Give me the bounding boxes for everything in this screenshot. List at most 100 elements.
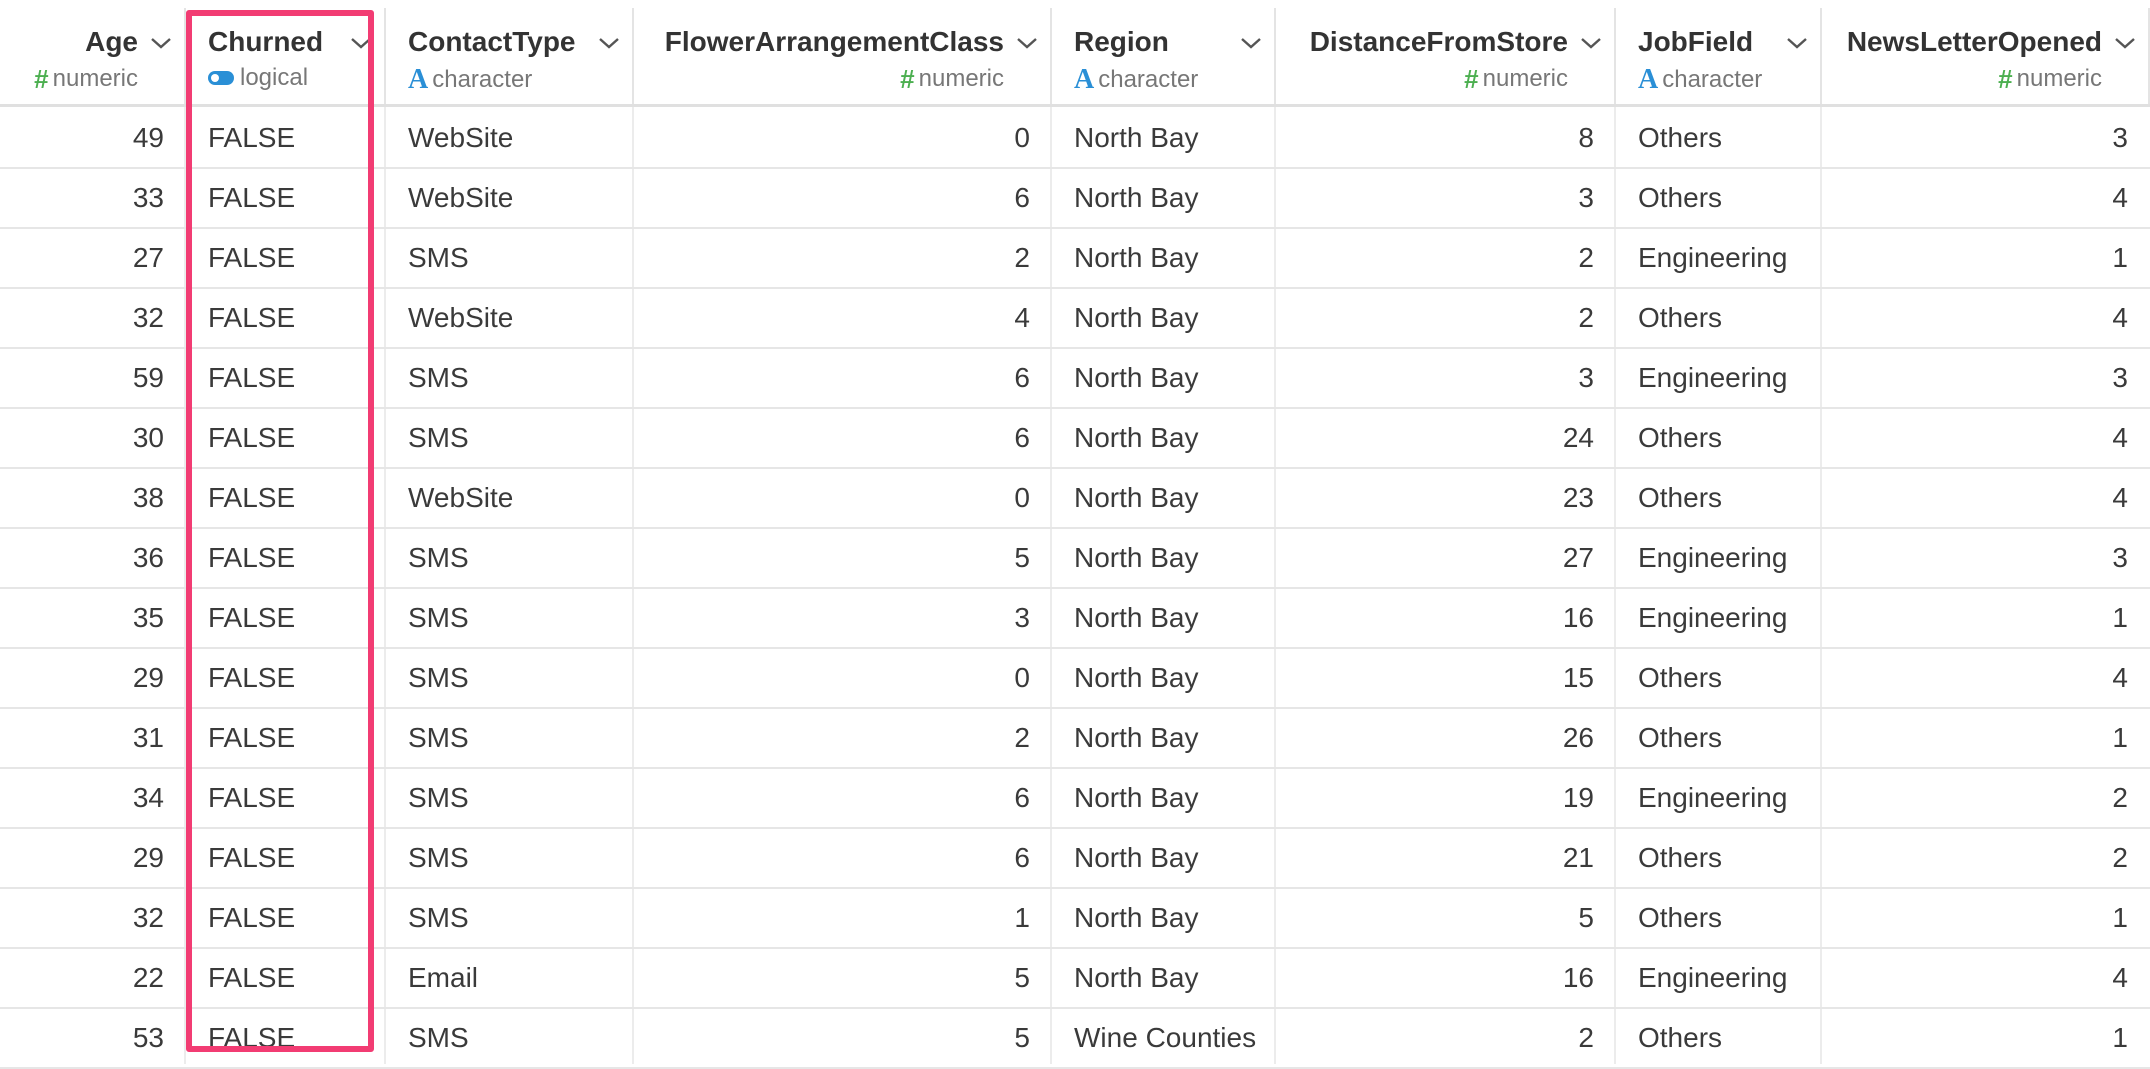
cell-churned[interactable]: FALSE — [186, 1008, 386, 1068]
cell-flowerarrangementclass[interactable]: 3 — [634, 588, 1052, 648]
cell-jobfield[interactable]: Engineering — [1616, 348, 1822, 408]
cell-churned[interactable]: FALSE — [186, 528, 386, 588]
cell-region[interactable]: North Bay — [1052, 588, 1276, 648]
cell-jobfield[interactable]: Engineering — [1616, 948, 1822, 1008]
cell-jobfield[interactable]: Engineering — [1616, 768, 1822, 828]
column-header-flowerarrangementclass[interactable]: FlowerArrangementClass # numeric — [634, 8, 1052, 106]
cell-contacttype[interactable]: SMS — [386, 348, 634, 408]
cell-contacttype[interactable]: Email — [386, 948, 634, 1008]
cell-distancefromstore[interactable]: 16 — [1276, 588, 1616, 648]
cell-jobfield[interactable]: Others — [1616, 888, 1822, 948]
cell-flowerarrangementclass[interactable]: 1 — [634, 888, 1052, 948]
table-row[interactable]: 36 FALSE SMS 5 North Bay 27 Engineering 3 — [0, 528, 2150, 588]
cell-region[interactable]: North Bay — [1052, 228, 1276, 288]
cell-jobfield[interactable]: Others — [1616, 1008, 1822, 1068]
cell-region[interactable]: North Bay — [1052, 468, 1276, 528]
cell-region[interactable]: Wine Counties — [1052, 1008, 1276, 1068]
cell-jobfield[interactable]: Engineering — [1616, 528, 1822, 588]
cell-age[interactable]: 59 — [0, 348, 186, 408]
cell-region[interactable]: North Bay — [1052, 948, 1276, 1008]
cell-contacttype[interactable]: SMS — [386, 708, 634, 768]
cell-region[interactable]: North Bay — [1052, 408, 1276, 468]
cell-region[interactable]: North Bay — [1052, 348, 1276, 408]
cell-contacttype[interactable]: SMS — [386, 768, 634, 828]
cell-newsletteropened[interactable]: 1 — [1822, 888, 2150, 948]
cell-flowerarrangementclass[interactable]: 6 — [634, 348, 1052, 408]
cell-jobfield[interactable]: Engineering — [1616, 588, 1822, 648]
cell-distancefromstore[interactable]: 24 — [1276, 408, 1616, 468]
cell-contacttype[interactable]: SMS — [386, 228, 634, 288]
cell-newsletteropened[interactable]: 1 — [1822, 708, 2150, 768]
cell-jobfield[interactable]: Others — [1616, 168, 1822, 228]
column-header-newsletteropened[interactable]: NewsLetterOpened # numeric — [1822, 8, 2150, 106]
cell-age[interactable]: 49 — [0, 108, 186, 168]
cell-flowerarrangementclass[interactable]: 0 — [634, 648, 1052, 708]
cell-newsletteropened[interactable]: 4 — [1822, 948, 2150, 1008]
table-row[interactable]: 38 FALSE WebSite 0 North Bay 23 Others 4 — [0, 468, 2150, 528]
cell-region[interactable]: North Bay — [1052, 828, 1276, 888]
cell-contacttype[interactable]: WebSite — [386, 468, 634, 528]
cell-distancefromstore[interactable]: 19 — [1276, 768, 1616, 828]
cell-age[interactable]: 27 — [0, 228, 186, 288]
table-row[interactable]: 27 FALSE SMS 2 North Bay 2 Engineering 1 — [0, 228, 2150, 288]
cell-region[interactable]: North Bay — [1052, 708, 1276, 768]
cell-age[interactable]: 31 — [0, 708, 186, 768]
cell-region[interactable]: North Bay — [1052, 168, 1276, 228]
cell-newsletteropened[interactable]: 4 — [1822, 408, 2150, 468]
cell-churned[interactable]: FALSE — [186, 768, 386, 828]
cell-churned[interactable]: FALSE — [186, 648, 386, 708]
cell-newsletteropened[interactable]: 4 — [1822, 468, 2150, 528]
cell-jobfield[interactable]: Others — [1616, 708, 1822, 768]
chevron-down-icon[interactable] — [2114, 36, 2136, 50]
cell-age[interactable]: 22 — [0, 948, 186, 1008]
table-row[interactable]: 53 FALSE SMS 5 Wine Counties 2 Others 1 — [0, 1008, 2150, 1068]
cell-churned[interactable]: FALSE — [186, 288, 386, 348]
cell-churned[interactable]: FALSE — [186, 468, 386, 528]
cell-churned[interactable]: FALSE — [186, 168, 386, 228]
cell-age[interactable]: 33 — [0, 168, 186, 228]
chevron-down-icon[interactable] — [350, 36, 372, 50]
cell-churned[interactable]: FALSE — [186, 588, 386, 648]
cell-jobfield[interactable]: Others — [1616, 828, 1822, 888]
table-row[interactable]: 32 FALSE WebSite 4 North Bay 2 Others 4 — [0, 288, 2150, 348]
cell-newsletteropened[interactable]: 4 — [1822, 288, 2150, 348]
cell-age[interactable]: 34 — [0, 768, 186, 828]
cell-contacttype[interactable]: SMS — [386, 408, 634, 468]
cell-flowerarrangementclass[interactable]: 0 — [634, 108, 1052, 168]
cell-contacttype[interactable]: SMS — [386, 588, 634, 648]
cell-age[interactable]: 32 — [0, 888, 186, 948]
table-row[interactable]: 31 FALSE SMS 2 North Bay 26 Others 1 — [0, 708, 2150, 768]
cell-churned[interactable]: FALSE — [186, 408, 386, 468]
cell-flowerarrangementclass[interactable]: 6 — [634, 408, 1052, 468]
table-row[interactable]: 34 FALSE SMS 6 North Bay 19 Engineering 2 — [0, 768, 2150, 828]
chevron-down-icon[interactable] — [1016, 36, 1038, 50]
cell-distancefromstore[interactable]: 2 — [1276, 1008, 1616, 1068]
cell-distancefromstore[interactable]: 2 — [1276, 288, 1616, 348]
cell-newsletteropened[interactable]: 3 — [1822, 108, 2150, 168]
cell-distancefromstore[interactable]: 23 — [1276, 468, 1616, 528]
table-row[interactable]: 22 FALSE Email 5 North Bay 16 Engineering 4 — [0, 948, 2150, 1008]
cell-churned[interactable]: FALSE — [186, 108, 386, 168]
chevron-down-icon[interactable] — [598, 36, 620, 50]
cell-contacttype[interactable]: WebSite — [386, 168, 634, 228]
column-header-distancefromstore[interactable]: DistanceFromStore # numeric — [1276, 8, 1616, 106]
cell-distancefromstore[interactable]: 2 — [1276, 228, 1616, 288]
cell-flowerarrangementclass[interactable]: 0 — [634, 468, 1052, 528]
cell-region[interactable]: North Bay — [1052, 648, 1276, 708]
cell-flowerarrangementclass[interactable]: 6 — [634, 768, 1052, 828]
cell-newsletteropened[interactable]: 1 — [1822, 1008, 2150, 1068]
cell-jobfield[interactable]: Engineering — [1616, 228, 1822, 288]
cell-distancefromstore[interactable]: 15 — [1276, 648, 1616, 708]
cell-age[interactable]: 35 — [0, 588, 186, 648]
cell-jobfield[interactable]: Others — [1616, 468, 1822, 528]
cell-flowerarrangementclass[interactable]: 6 — [634, 828, 1052, 888]
table-row[interactable]: 32 FALSE SMS 1 North Bay 5 Others 1 — [0, 888, 2150, 948]
cell-contacttype[interactable]: WebSite — [386, 108, 634, 168]
cell-newsletteropened[interactable]: 1 — [1822, 588, 2150, 648]
cell-region[interactable]: North Bay — [1052, 528, 1276, 588]
cell-region[interactable]: North Bay — [1052, 888, 1276, 948]
cell-contacttype[interactable]: SMS — [386, 528, 634, 588]
cell-newsletteropened[interactable]: 4 — [1822, 168, 2150, 228]
cell-churned[interactable]: FALSE — [186, 828, 386, 888]
column-header-churned[interactable]: Churned logical — [186, 8, 386, 106]
